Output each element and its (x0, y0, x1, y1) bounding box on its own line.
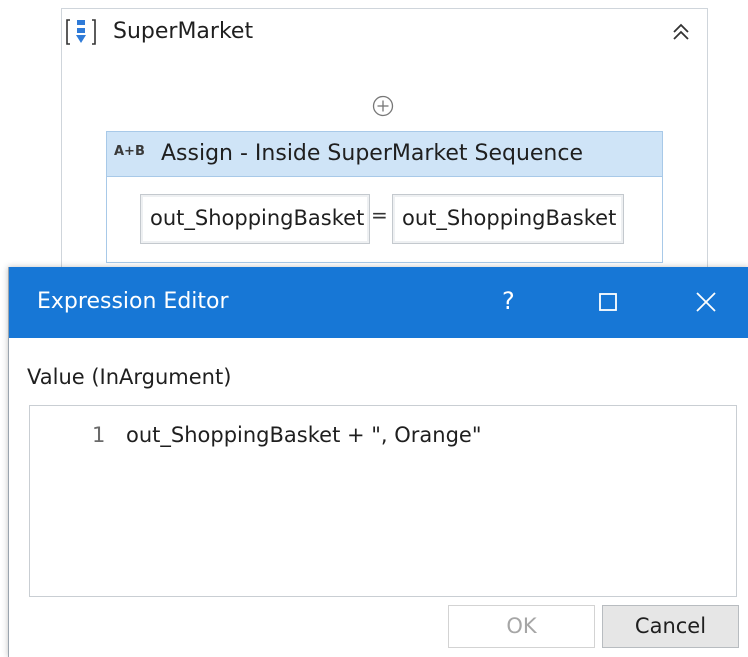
help-label: ? (502, 287, 515, 315)
dialog-titlebar[interactable]: Expression Editor ? (9, 267, 748, 338)
value-label: Value (InArgument) (27, 365, 232, 389)
close-icon[interactable] (689, 285, 723, 319)
help-button[interactable]: ? (493, 285, 527, 319)
assign-to-value: out_ShoppingBasket (150, 206, 365, 230)
assign-value-text: out_ShoppingBasket (402, 206, 617, 230)
sequence-icon (66, 18, 96, 46)
double-chevron-up-icon[interactable] (669, 20, 693, 44)
maximize-icon[interactable] (591, 285, 625, 319)
add-circle-icon[interactable] (372, 95, 394, 117)
assign-title: Assign - Inside SuperMarket Sequence (161, 141, 584, 166)
sequence-title: SuperMarket (113, 19, 254, 44)
supermarket-sequence[interactable]: SuperMarket A+B Assign - Inside SuperMar… (61, 8, 708, 310)
assign-value-field[interactable]: out_ShoppingBasket (392, 194, 624, 244)
assign-to-field[interactable]: out_ShoppingBasket (140, 194, 370, 244)
code-line: out_ShoppingBasket + ", Orange" (126, 423, 482, 447)
ok-button[interactable]: OK (448, 605, 595, 648)
assign-icon: A+B (114, 144, 145, 159)
assign-equals-sign: = (371, 203, 388, 227)
assign-activity[interactable]: A+B Assign - Inside SuperMarket Sequence… (106, 131, 663, 263)
expression-editor-dialog: Expression Editor ? Value (InArgument) 1… (8, 267, 748, 657)
sequence-header: SuperMarket (62, 9, 707, 55)
cancel-button[interactable]: Cancel (602, 605, 739, 648)
dialog-title: Expression Editor (37, 289, 229, 314)
expression-editor-textarea[interactable]: 1 out_ShoppingBasket + ", Orange" (29, 405, 737, 597)
assign-header: A+B Assign - Inside SuperMarket Sequence (107, 132, 662, 177)
line-number: 1 (92, 423, 106, 447)
